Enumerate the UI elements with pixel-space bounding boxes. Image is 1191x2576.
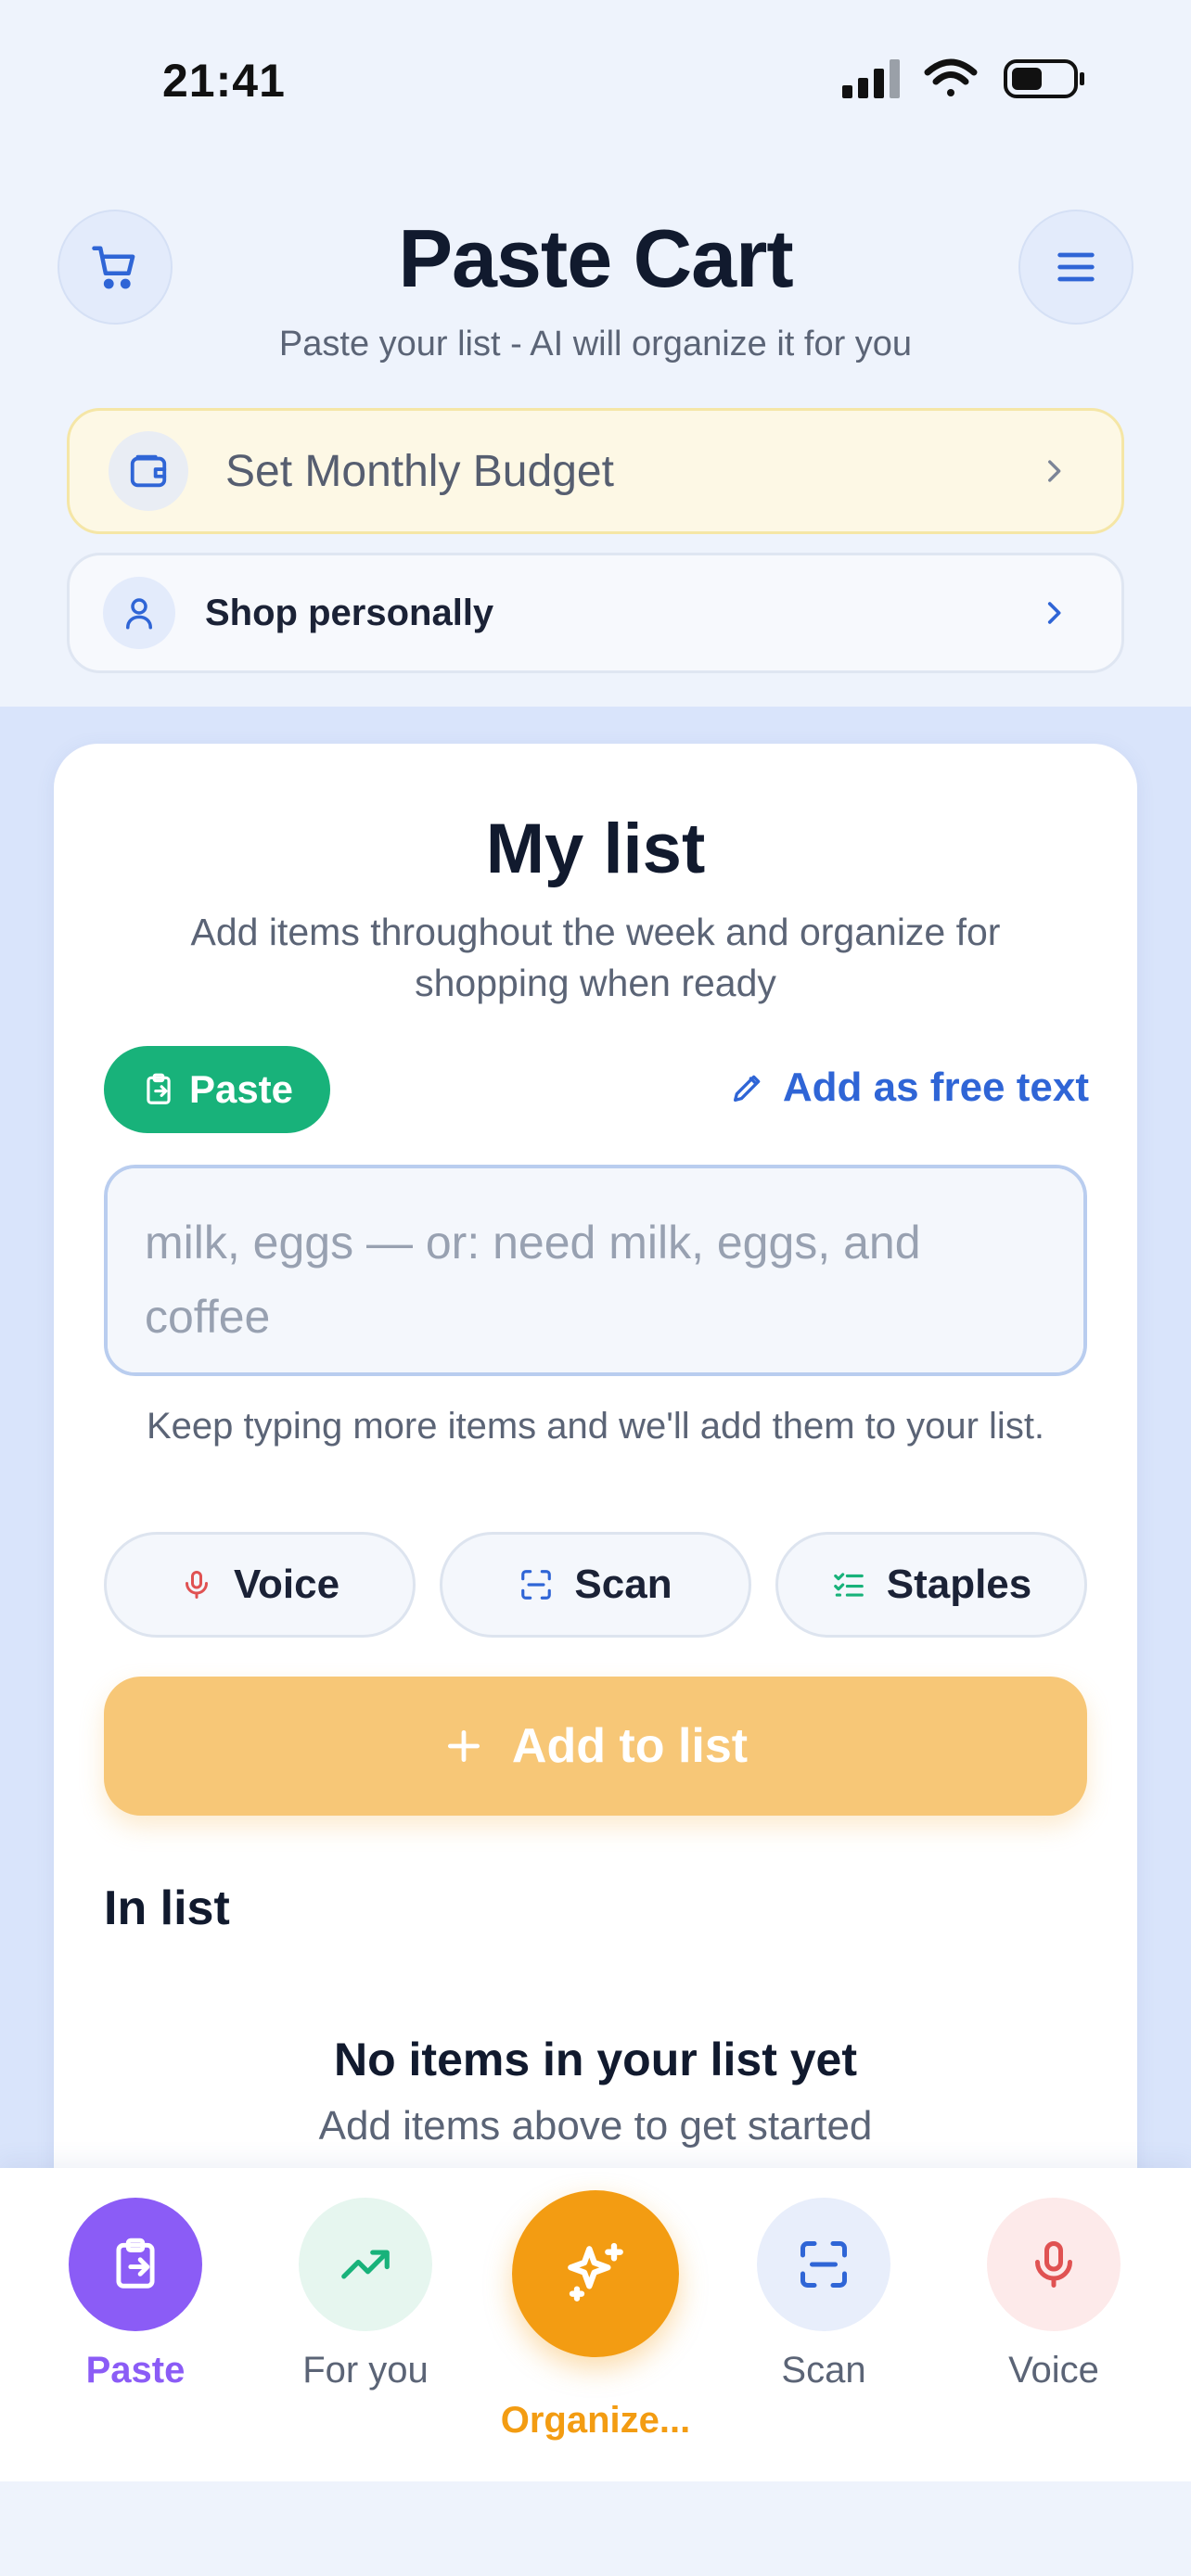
battery-icon [1004, 59, 1084, 98]
mic-icon [185, 1571, 208, 1599]
wifi-icon [924, 58, 978, 96]
status-icons [842, 56, 1093, 102]
user-icon-wrap [103, 577, 175, 649]
paste-chip-label: Paste [188, 1067, 294, 1111]
nav-scan-label: Scan [781, 2350, 866, 2391]
card-description: Add items throughout the week and organi… [190, 911, 1001, 1004]
user-icon [126, 598, 152, 630]
voice-button[interactable]: Voice [104, 1532, 416, 1638]
add-to-list-label: Add to list [511, 1719, 749, 1773]
mic-icon [1035, 2241, 1072, 2288]
input-hint: Keep typing more items and we'll add the… [146, 1406, 1045, 1447]
add-to-list-button[interactable]: Add to list [104, 1677, 1087, 1816]
chevron-right-icon [1047, 602, 1061, 624]
chevron-right-icon [1048, 460, 1061, 482]
add-free-text-link[interactable]: Add as free text [729, 1065, 1089, 1111]
empty-state-title: No items in your list yet [333, 2034, 857, 2085]
wallet-icon-wrap [109, 431, 188, 511]
nav-voice-button[interactable] [987, 2198, 1121, 2331]
clipboard-icon [147, 1073, 171, 1104]
voice-label: Voice [233, 1562, 340, 1607]
scan-button[interactable]: Scan [440, 1532, 751, 1638]
nav-voice-label: Voice [1008, 2350, 1099, 2391]
app-title: Paste Cart [398, 212, 793, 304]
nav-organize-button[interactable] [512, 2190, 679, 2357]
shop-personally-button[interactable]: Shop personally [67, 553, 1124, 673]
items-input[interactable] [104, 1165, 1087, 1376]
free-text-label: Add as free text [782, 1065, 1089, 1110]
nav-organize-label: Organize... [500, 2400, 691, 2441]
plus-icon [447, 1729, 480, 1763]
pencil-icon [733, 1075, 761, 1102]
nav-for-you-label: For you [302, 2350, 429, 2391]
trending-up-icon [341, 2250, 390, 2279]
in-list-heading: In list [104, 1881, 230, 1935]
status-time: 21:41 [162, 55, 286, 107]
paste-chip-button[interactable]: Paste [104, 1046, 330, 1133]
nav-scan-button[interactable] [757, 2198, 890, 2331]
signal-icon [842, 59, 900, 98]
checklist-icon [833, 1573, 864, 1597]
staples-button[interactable]: Staples [775, 1532, 1087, 1638]
clipboard-icon [116, 2238, 155, 2289]
card-title: My list [485, 810, 706, 888]
shop-label: Shop personally [205, 592, 494, 633]
home-indicator-area [0, 2481, 1191, 2576]
wallet-icon [130, 454, 167, 488]
staples-label: Staples [886, 1562, 1032, 1607]
app-subtitle: Paste your list - AI will organize it fo… [278, 325, 913, 363]
scan-label: Scan [574, 1562, 672, 1607]
budget-label: Set Monthly Budget [225, 446, 614, 496]
set-budget-button[interactable]: Set Monthly Budget [67, 408, 1124, 534]
nav-paste-label: Paste [85, 2350, 186, 2391]
sparkles-icon [568, 2242, 623, 2302]
nav-for-you-button[interactable] [299, 2198, 432, 2331]
scan-icon [800, 2241, 847, 2288]
scan-icon [521, 1570, 552, 1600]
nav-paste-button[interactable] [69, 2198, 202, 2331]
empty-state-subtitle: Add items above to get started [318, 2103, 873, 2149]
